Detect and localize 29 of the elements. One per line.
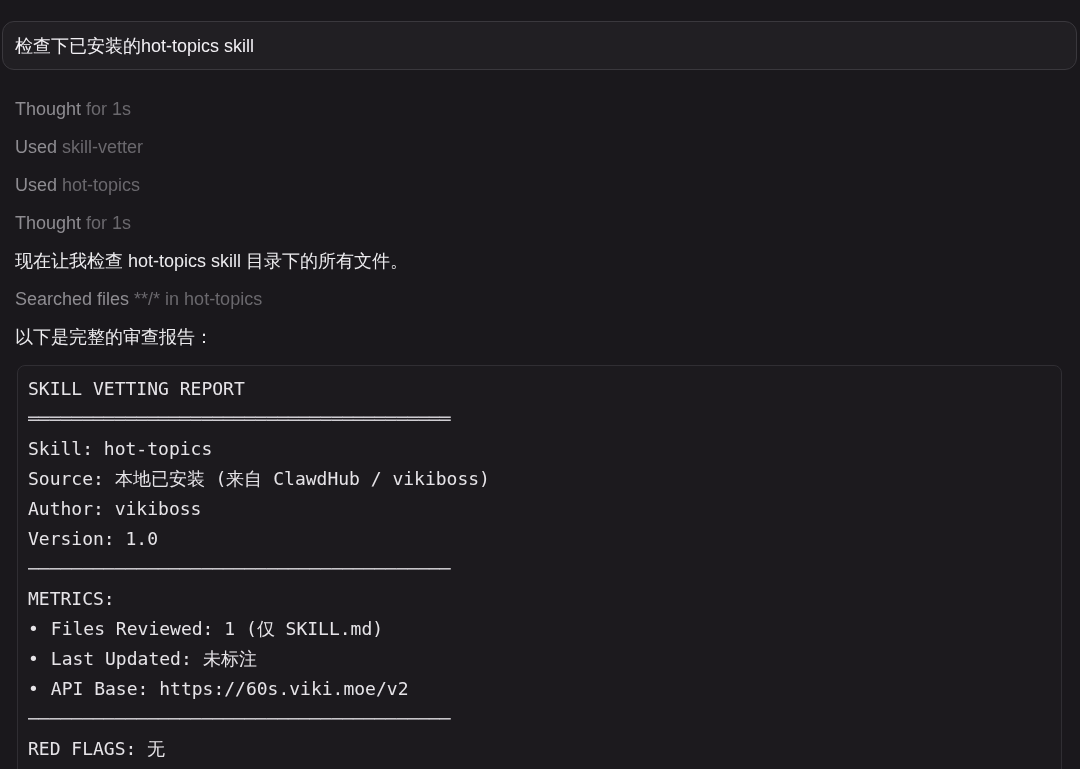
code-line: SKILL VETTING REPORT <box>28 377 246 401</box>
code-line: RED FLAGS: 无 <box>28 737 167 761</box>
step-label[interactable]: Used <box>15 136 58 158</box>
step-label[interactable]: Used <box>15 174 58 196</box>
step-detail: for 1s <box>86 98 132 120</box>
prompt-field[interactable]: 检查下已安装的hot-topics skill <box>2 21 1077 70</box>
step-label[interactable]: Thought <box>15 212 82 234</box>
step-label[interactable]: Thought <box>15 98 82 120</box>
code-line: METRICS: <box>28 587 116 611</box>
message-text: 以下是完整的审查报告： <box>15 326 214 349</box>
message-text: 现在让我检查 hot-topics skill 目录下的所有文件。 <box>15 250 410 273</box>
bullet: • <box>28 617 39 641</box>
code-line: Author: vikiboss <box>28 497 203 521</box>
code-line: Last Updated: 未标注 <box>50 647 257 671</box>
step-detail: skill-vetter <box>62 136 144 158</box>
code-line: Skill: hot-topics <box>28 437 214 461</box>
step-detail: hot-topics <box>62 174 141 196</box>
step-detail: **/* in hot-topics <box>134 288 263 310</box>
step-detail: for 1s <box>86 212 132 234</box>
code-line: API Base: https://60s.viki.moe/v2 <box>50 677 409 701</box>
divider-line: ─────────────────────────────────────── <box>28 557 452 581</box>
code-line: Source: 本地已安装 (来自 ClawdHub / vikiboss) <box>28 467 491 491</box>
code-line: Files Reviewed: 1 (仅 SKILL.md) <box>50 617 384 641</box>
code-line: Version: 1.0 <box>28 527 160 551</box>
bullet: • <box>28 677 39 701</box>
step-label[interactable]: Searched files <box>15 288 130 310</box>
bullet: • <box>28 647 39 671</box>
divider-line: ═══════════════════════════════════════ <box>28 407 452 431</box>
divider-line: ─────────────────────────────────────── <box>28 707 452 731</box>
